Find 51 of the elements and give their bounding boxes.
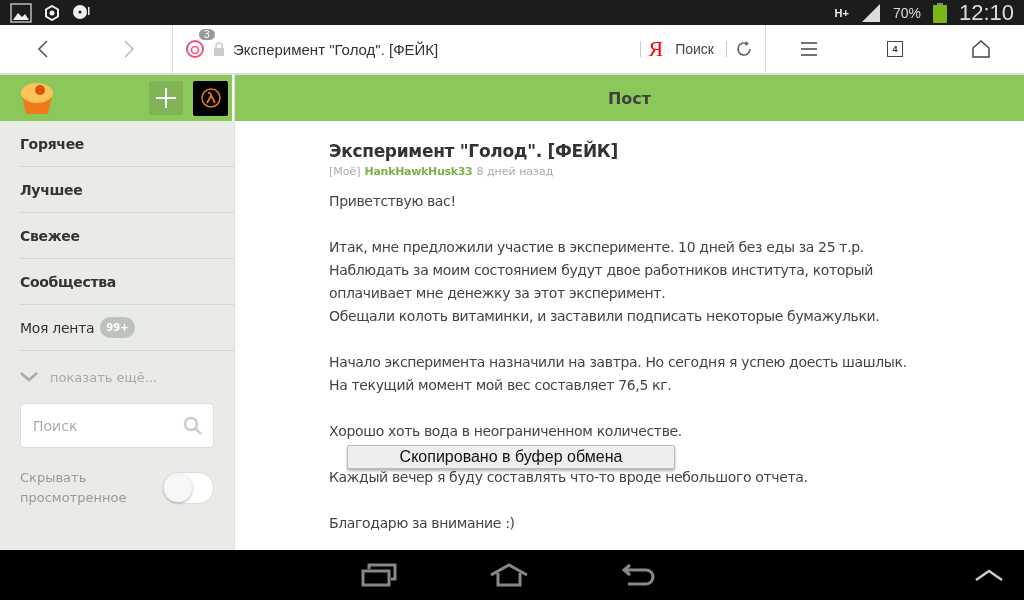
search-box[interactable]: Поиск	[20, 403, 214, 448]
chevron-left-icon	[37, 39, 49, 59]
network-type-label: H+	[834, 6, 849, 19]
post-time: 8 дней назад	[476, 165, 554, 178]
post-paragraph: Хорошо хоть вода в неограниченном количестве.	[329, 422, 683, 441]
post-title: Эксперимент "Голод". [ФЕЙК]	[329, 141, 619, 161]
chevron-down-icon	[20, 372, 38, 382]
battery-icon	[932, 2, 947, 23]
lock-icon	[213, 42, 225, 56]
count-badge: 99+	[100, 317, 135, 338]
signal-icon	[860, 2, 881, 23]
clock: 12:10	[958, 0, 1014, 26]
ad-block-icon[interactable]	[185, 39, 205, 59]
chevron-right-icon	[123, 39, 135, 59]
nav-link[interactable]: Сообщества	[20, 259, 234, 305]
back-arrow-icon	[622, 563, 656, 587]
post-paragraph: Итак, мне предложили участие в эксперименте. 10 дней без еды за 25 т.р. Наблюдать за моим состоянием будут двое работников института, который оплачивает мне денежку за этот эксперимент. Обещали колоть витаминки, и заставили подписать некоторые бумажульки.	[329, 238, 881, 326]
add-button[interactable]	[149, 81, 183, 115]
cupcake-logo[interactable]	[18, 80, 56, 116]
nav-link[interactable]: Свежее	[20, 213, 234, 259]
post-paragraph: Приветствую вас!	[329, 192, 457, 211]
house-icon	[972, 40, 990, 58]
nav-link[interactable]: Моя лента	[20, 319, 95, 336]
blocked-count-badge: 3	[199, 29, 215, 40]
image-icon	[10, 2, 32, 23]
ring-icon	[44, 4, 60, 21]
reload-icon[interactable]	[735, 40, 753, 58]
copied-toast: Скопировано в буфер обмена	[347, 445, 675, 469]
profile-avatar[interactable]	[193, 80, 228, 116]
post-paragraph: Начало эксперимента назначили на завтра. Но сегодня я успею доесть шашлык. На текущий момент мой вес составляет 76,5 кг.	[329, 353, 908, 395]
house-icon	[489, 563, 529, 587]
hide-viewed-label: Скрывать просмотренное	[20, 469, 128, 507]
recent-apps-icon	[361, 563, 397, 587]
battery-level: 70%	[892, 4, 921, 21]
menu-icon	[801, 41, 817, 57]
search-engine-logo: Я	[648, 36, 664, 62]
page-title: Эксперимент "Голод". [ФЕЙК]	[233, 40, 440, 58]
post-paragraph: Каждый вечер я буду составлять что-то вроде небольшого отчета.	[329, 468, 809, 487]
nav-link[interactable]: Лучшее	[20, 167, 234, 213]
post-tag: [Моё]	[329, 165, 361, 178]
search-button[interactable]: Поиск	[671, 41, 718, 57]
search-icon	[183, 415, 203, 436]
nav-link[interactable]: Горячее	[20, 121, 234, 167]
hide-viewed-toggle[interactable]	[162, 472, 214, 504]
lambda-icon	[199, 87, 222, 109]
tabs-button[interactable]: 4	[852, 25, 938, 73]
post-paragraph: Благодарю за внимание :)	[329, 514, 516, 533]
disc-icon	[72, 3, 90, 22]
chevron-up-icon	[974, 568, 1004, 582]
plus-icon	[156, 88, 176, 108]
section-title: Пост	[607, 88, 652, 108]
